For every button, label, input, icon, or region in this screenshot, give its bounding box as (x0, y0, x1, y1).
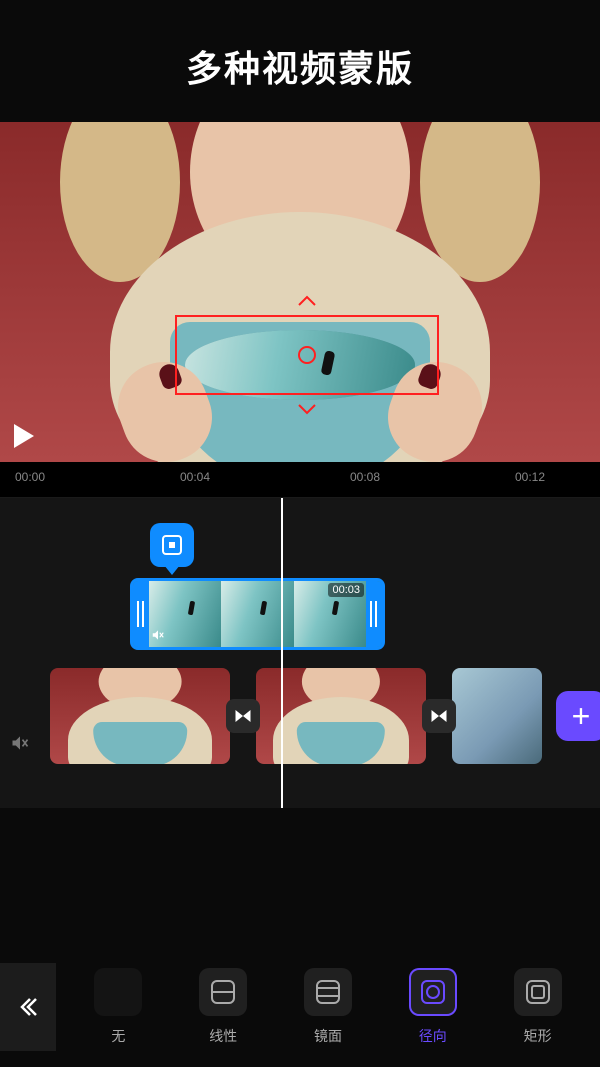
clip-trim-left-handle[interactable] (133, 581, 149, 647)
ruler-tick: 00:00 (15, 470, 45, 484)
main-clip[interactable] (50, 668, 230, 764)
decor (170, 322, 430, 462)
keyframe-pin[interactable] (150, 523, 194, 567)
mask-option-linear[interactable]: 线性 (199, 968, 247, 1046)
mask-option-mirror[interactable]: 镜面 (304, 968, 352, 1046)
main-clip[interactable] (452, 668, 542, 764)
mask-option-label: 无 (111, 1026, 125, 1046)
ruler-tick: 00:08 (350, 470, 380, 484)
mask-rect-icon (514, 968, 562, 1016)
transition-button[interactable] (422, 699, 456, 733)
video-preview[interactable] (0, 122, 600, 462)
mask-option-radial[interactable]: 径向 (409, 968, 457, 1046)
mask-none-icon (94, 968, 142, 1016)
back-button[interactable] (0, 963, 56, 1051)
clip-trim-right-handle[interactable] (366, 581, 382, 647)
mask-mirror-icon (304, 968, 352, 1016)
mask-option-rect[interactable]: 矩形 (514, 968, 562, 1046)
mask-radial-icon (409, 968, 457, 1016)
add-clip-button[interactable]: + (556, 691, 600, 741)
play-button[interactable] (14, 424, 34, 448)
mask-option-label: 径向 (419, 1026, 447, 1046)
mask-option-label: 镜面 (314, 1026, 342, 1046)
mask-options: 无 线性 镜面 径向 矩形 (56, 968, 600, 1046)
overlay-track: 00:03 (130, 578, 385, 650)
ruler-tick: 00:04 (180, 470, 210, 484)
main-track: + (0, 668, 600, 764)
transition-button[interactable] (226, 699, 260, 733)
volume-mute-icon[interactable] (10, 733, 30, 758)
mask-option-label: 线性 (209, 1026, 237, 1046)
ruler-tick: 00:12 (515, 470, 545, 484)
volume-mute-icon (151, 628, 165, 645)
mask-option-label: 矩形 (524, 1026, 552, 1046)
playhead[interactable] (281, 498, 283, 808)
timeline[interactable]: 00:03 + (0, 498, 600, 808)
mask-option-none[interactable]: 无 (94, 968, 142, 1046)
page-title: 多种视频蒙版 (0, 0, 600, 122)
mask-linear-icon (199, 968, 247, 1016)
time-ruler[interactable]: 00:00 00:04 00:08 00:12 (0, 462, 600, 498)
clip-duration-badge: 00:03 (328, 583, 364, 597)
overlay-clip[interactable]: 00:03 (130, 578, 385, 650)
mask-toolbar: 无 线性 镜面 径向 矩形 (0, 947, 600, 1067)
